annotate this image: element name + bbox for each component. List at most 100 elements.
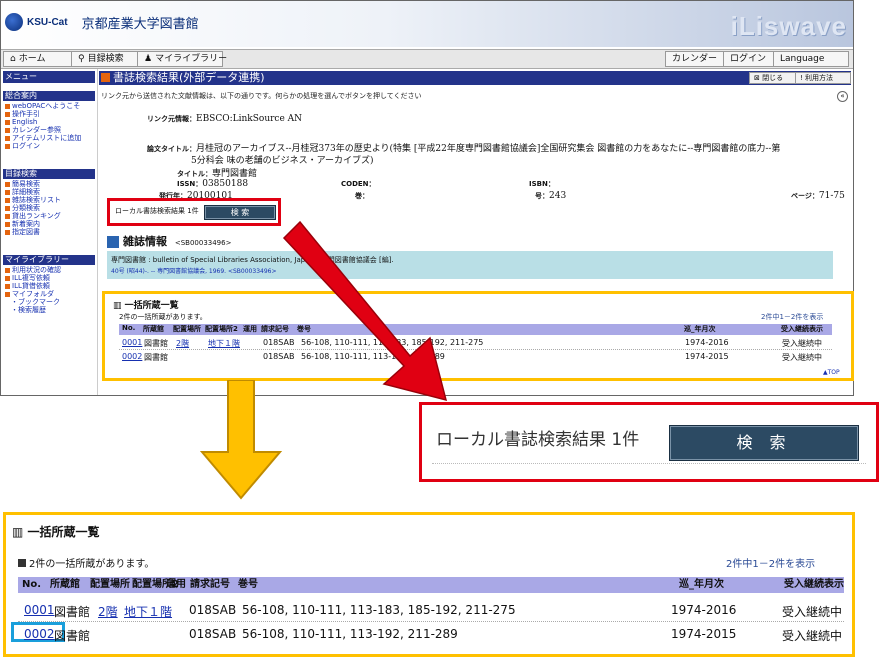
- sidebar-item-usage[interactable]: 利用状況の確認: [5, 266, 61, 274]
- local-result-text: ローカル書誌検索結果 1件: [436, 430, 640, 450]
- holdings-highlight-small: [102, 291, 854, 381]
- help-icon: !: [800, 74, 803, 82]
- holdings-table-header: No. 所蔵館 配置場所 配置場所2 運用 請求記号 巻号 巡_年月次 受入継続…: [18, 577, 844, 593]
- row1-years: 1974-2016: [671, 603, 737, 617]
- sidebar-menu-title: メニュー: [3, 71, 95, 83]
- search-button-small[interactable]: 検 索: [204, 205, 276, 220]
- issue-row: 号：243: [535, 191, 566, 201]
- sidebar: メニュー 総合案内 webOPACへようこそ 操作手引 English カレンダ…: [1, 69, 98, 395]
- close-icon: ⊠: [754, 74, 760, 82]
- local-result-text-small: ローカル書誌検索結果 1件: [115, 207, 199, 215]
- row1-status: 受入継続中: [782, 605, 843, 619]
- row2-years: 1974-2015: [671, 627, 737, 641]
- help-button[interactable]: ! 利用方法: [795, 72, 851, 84]
- home-label: ホーム: [18, 54, 46, 64]
- row-divider: [18, 621, 844, 622]
- sidebar-item-my-folder[interactable]: マイフォルダ: [5, 290, 54, 298]
- journal-title-label: タイトル：: [177, 170, 212, 178]
- close-button[interactable]: ⊠ 閉じる: [749, 72, 797, 84]
- close-label: 閉じる: [762, 74, 784, 82]
- link-source-value: EBSCO:LinkSource AN: [196, 114, 303, 124]
- language-button[interactable]: Language: [773, 51, 849, 67]
- col-location: 配置場所: [90, 579, 130, 590]
- pages-row: ページ：71-75: [791, 191, 845, 201]
- sidebar-item-history[interactable]: ・検索履歴: [11, 306, 46, 314]
- red-diagonal-arrow-icon: [282, 220, 448, 402]
- sidebar-item-advanced-search[interactable]: 詳細検索: [5, 188, 40, 196]
- journal-code: <SB00033496>: [174, 239, 232, 247]
- row1-callno: 018SAB: [189, 603, 237, 617]
- journal-icon: [107, 236, 119, 248]
- ksu-logo-icon: [5, 13, 23, 31]
- col-volumes: 巻号: [238, 579, 258, 590]
- row2-status: 受入継続中: [782, 629, 843, 643]
- row1-library: 図書館: [54, 605, 91, 619]
- site-logo[interactable]: KSU-Cat 京都産業大学図書館: [5, 11, 199, 33]
- sidebar-item-journal-list[interactable]: 雑誌検索リスト: [5, 196, 61, 204]
- iliswave-brand: iLiswave: [730, 11, 847, 41]
- note-icon: [18, 559, 26, 567]
- row1-volumes: 56-108, 110-111, 113-183, 185-192, 211-2…: [242, 603, 516, 617]
- collapse-icon[interactable]: «: [837, 91, 848, 102]
- sidebar-item-english[interactable]: English: [5, 118, 37, 126]
- sidebar-item-new-arrivals[interactable]: 新着案内: [5, 220, 40, 228]
- logo-text: KSU-Cat: [27, 16, 68, 28]
- sidebar-item-reserved[interactable]: 指定図書: [5, 228, 40, 236]
- local-search-zoom: ローカル書誌検索結果 1件 検 索: [419, 402, 879, 482]
- holdings-icon: ▥: [12, 525, 24, 539]
- my-library-button[interactable]: ♟ マイライブラリー: [137, 51, 227, 67]
- top-nav: ⌂ ホーム ⚲ 目録検索 ♟ マイライブラリー カレンダー ログイン Language: [1, 49, 853, 69]
- journal-heading-text: 雑誌情報: [123, 235, 167, 248]
- journal-title-value: 専門図書館: [212, 169, 258, 179]
- home-icon: ⌂: [10, 54, 16, 64]
- catalog-search-label: 目録検索: [87, 54, 124, 64]
- pages-label: ページ：: [791, 192, 819, 200]
- home-button[interactable]: ⌂ ホーム: [3, 51, 77, 67]
- sidebar-item-guide[interactable]: 操作手引: [5, 110, 40, 118]
- my-library-label: マイライブラリー: [155, 54, 228, 64]
- row2-no-link[interactable]: 0002: [24, 627, 55, 641]
- sidebar-item-calendar[interactable]: カレンダー参照: [5, 126, 61, 134]
- issue-value: 243: [549, 191, 567, 201]
- col-status: 受入継続表示: [784, 579, 844, 590]
- col-library: 所蔵館: [50, 579, 80, 590]
- article-title-line2: 5分科会 味の老舗のビジネス・アーカイブズ): [191, 156, 374, 166]
- holdings-title: ▥ 一括所蔵一覧: [12, 525, 100, 539]
- row2-volumes: 56-108, 110-111, 113-192, 211-289: [242, 627, 458, 641]
- coden-label: CODEN：: [341, 180, 376, 188]
- col-no: No.: [22, 579, 42, 590]
- issue-label: 号：: [535, 192, 549, 200]
- search-button[interactable]: 検 索: [669, 425, 859, 461]
- volume-label: 巻：: [355, 192, 369, 200]
- page-title-bar: 書誌検索結果(外部データ連携) ⊠ 閉じる ! 利用方法: [99, 71, 851, 85]
- journal-line2[interactable]: 40号 (昭44)-. -- 専門図書館協議会, 1969. <SB000334…: [111, 266, 277, 275]
- sidebar-item-ill-loan[interactable]: ILL貸借依頼: [5, 282, 50, 290]
- link-source-row: リンク元情報：EBSCO:LinkSource AN: [147, 114, 302, 124]
- page-title: 書誌検索結果(外部データ連携): [113, 71, 265, 84]
- row1-location2-link[interactable]: 地下１階: [124, 603, 172, 620]
- login-button[interactable]: ログイン: [723, 51, 779, 67]
- help-label: 利用方法: [805, 74, 834, 82]
- sidebar-item-welcome[interactable]: webOPACへようこそ: [5, 102, 80, 110]
- sidebar-item-login[interactable]: ログイン: [5, 142, 40, 150]
- isbn-label: ISBN：: [529, 180, 555, 188]
- sidebar-item-ill-copy[interactable]: ILL複写依頼: [5, 274, 50, 282]
- holdings-zoom: ▥ 一括所蔵一覧 2件の一括所蔵があります。 2件中1－2件を表示 No. 所蔵…: [3, 512, 855, 657]
- holdings-note: 2件の一括所蔵があります。: [18, 555, 154, 570]
- sidebar-section-general: 総合案内: [3, 91, 95, 101]
- sidebar-item-ranking[interactable]: 貸出ランキング: [5, 212, 61, 220]
- catalog-search-button[interactable]: ⚲ 目録検索: [71, 51, 143, 67]
- calendar-button[interactable]: カレンダー: [665, 51, 727, 67]
- issn-label: ISSN：: [177, 180, 203, 188]
- sidebar-item-class-search[interactable]: 分類検索: [5, 204, 40, 212]
- row1-location-link[interactable]: 2階: [98, 603, 118, 620]
- sidebar-item-bookmark[interactable]: ・ブックマーク: [11, 298, 60, 306]
- site-header: KSU-Cat 京都産業大学図書館 iLiswave: [1, 1, 853, 47]
- sidebar-item-add-list[interactable]: アイテムリストに追加: [5, 134, 81, 142]
- user-icon: ♟: [144, 54, 153, 64]
- row1-no-link[interactable]: 0001: [24, 603, 55, 617]
- sidebar-item-simple-search[interactable]: 簡易検索: [5, 180, 40, 188]
- instruction-text: リンク元から送信された文献情報は、以下の通りです。何らかの処理を選んでボタンを押…: [101, 92, 422, 100]
- journal-info-heading: 雑誌情報 <SB00033496>: [107, 233, 231, 249]
- sidebar-section-catalog: 目録検索: [3, 169, 95, 179]
